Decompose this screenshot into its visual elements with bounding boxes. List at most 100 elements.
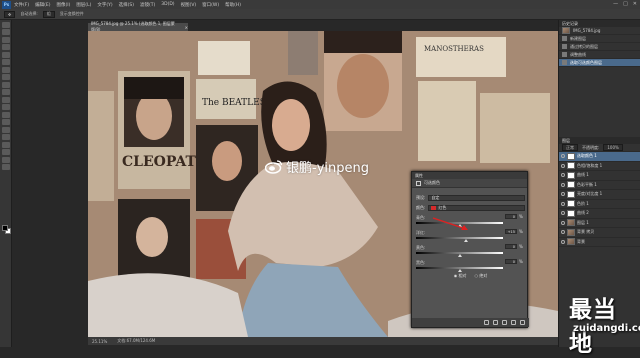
layer-row[interactable]: 曲线 2 bbox=[559, 209, 640, 219]
show-transform-checkbox[interactable]: 显示变换控件 bbox=[60, 11, 84, 17]
menu-type[interactable]: 文字(Y) bbox=[97, 2, 112, 8]
layer-row[interactable]: 亮度/对比度 1 bbox=[559, 190, 640, 200]
zoom-level[interactable]: 25.11% bbox=[92, 339, 107, 344]
history-item[interactable]: 调整曲线 bbox=[559, 51, 640, 59]
visibility-eye-icon[interactable] bbox=[561, 192, 565, 197]
maximize-button[interactable]: □ bbox=[623, 1, 628, 7]
preset-select[interactable]: 自定 bbox=[428, 194, 525, 201]
layer-row[interactable]: 曲线 1 bbox=[559, 171, 640, 181]
black-slider[interactable] bbox=[416, 267, 503, 269]
lasso-tool[interactable] bbox=[2, 36, 10, 43]
visibility-eye-icon[interactable] bbox=[561, 154, 565, 159]
menu-filter[interactable]: 滤镜(T) bbox=[140, 2, 155, 8]
trash-icon[interactable] bbox=[520, 320, 525, 325]
black-value[interactable]: 0 bbox=[505, 259, 517, 264]
yellow-slider[interactable] bbox=[416, 252, 503, 254]
layer-row[interactable]: 色阶 1 bbox=[559, 200, 640, 209]
visibility-eye-icon[interactable] bbox=[561, 211, 565, 216]
menu-view[interactable]: 视图(V) bbox=[181, 2, 197, 8]
cyan-value[interactable]: 0 bbox=[505, 214, 517, 219]
colors-select[interactable]: 红色 bbox=[428, 204, 525, 211]
layer-row[interactable]: 选取颜色 1 bbox=[559, 152, 640, 162]
visibility-eye-icon[interactable] bbox=[561, 239, 565, 244]
move-tool-icon[interactable]: ✥ bbox=[4, 10, 16, 18]
magenta-slider-handle[interactable] bbox=[464, 239, 468, 242]
move-tool[interactable] bbox=[2, 21, 10, 28]
blur-tool[interactable] bbox=[2, 111, 10, 118]
type-tool[interactable] bbox=[2, 134, 10, 140]
menu-window[interactable]: 窗口(W) bbox=[202, 2, 219, 8]
history-item[interactable]: 通过拷贝的图层 bbox=[559, 43, 640, 51]
layer-row[interactable]: 色彩平衡 1 bbox=[559, 181, 640, 190]
minimize-button[interactable]: — bbox=[613, 1, 618, 7]
history-item-label: 通过拷贝的图层 bbox=[570, 43, 598, 49]
quick-select-tool[interactable] bbox=[2, 44, 10, 50]
pen-tool[interactable] bbox=[2, 126, 10, 133]
blend-mode-select[interactable]: 正常 bbox=[562, 144, 578, 151]
visibility-eye-icon[interactable] bbox=[561, 163, 565, 168]
layer-row[interactable]: 色相/饱和度 1 bbox=[559, 162, 640, 171]
foreground-color-swatch[interactable] bbox=[2, 225, 8, 231]
visibility-eye-icon[interactable] bbox=[561, 201, 565, 206]
dodge-tool[interactable] bbox=[2, 119, 10, 125]
menu-layer[interactable]: 图层(L) bbox=[76, 2, 91, 8]
shape-tool[interactable] bbox=[2, 149, 10, 155]
eraser-tool[interactable] bbox=[2, 96, 10, 103]
brush-tool[interactable] bbox=[2, 74, 10, 80]
properties-subtitle: 可选颜色 bbox=[424, 180, 440, 185]
selective-color-icon bbox=[416, 180, 421, 186]
close-tab-icon[interactable]: × bbox=[185, 25, 188, 30]
path-select-tool[interactable] bbox=[2, 141, 10, 148]
history-brush-tool[interactable] bbox=[2, 89, 10, 95]
visibility-eye-icon[interactable] bbox=[561, 230, 565, 235]
weibo-watermark: 银鹏-yinpeng bbox=[265, 157, 369, 176]
crop-tool[interactable] bbox=[2, 51, 10, 58]
hand-tool[interactable] bbox=[2, 156, 10, 163]
history-item[interactable]: 新建图层 bbox=[559, 35, 640, 43]
properties-title-bar[interactable]: 属性 bbox=[412, 172, 527, 179]
magenta-slider[interactable] bbox=[416, 237, 503, 239]
menu-edit[interactable]: 编辑(E) bbox=[35, 2, 50, 8]
gradient-tool[interactable] bbox=[2, 104, 10, 110]
menu-select[interactable]: 选择(S) bbox=[119, 2, 134, 8]
menu-3d[interactable]: 3D(D) bbox=[161, 2, 174, 7]
yellow-value[interactable]: 0 bbox=[505, 244, 517, 249]
zoom-tool[interactable] bbox=[2, 164, 10, 170]
menu-help[interactable]: 帮助(H) bbox=[225, 2, 241, 8]
reset-icon[interactable] bbox=[502, 320, 507, 325]
magenta-label: 洋红: bbox=[416, 230, 426, 235]
menu-file[interactable]: 文件(F) bbox=[14, 2, 29, 8]
preset-row: 预设: 自定 bbox=[416, 194, 525, 201]
visibility-icon[interactable] bbox=[511, 320, 516, 325]
visibility-eye-icon[interactable] bbox=[561, 173, 565, 178]
yellow-slider-handle[interactable] bbox=[458, 254, 462, 257]
history-panel-header[interactable]: 历史记录 bbox=[559, 20, 640, 27]
magenta-value[interactable]: +15 bbox=[505, 229, 517, 234]
menu-image[interactable]: 图像(I) bbox=[56, 2, 70, 8]
clone-stamp-tool[interactable] bbox=[2, 81, 10, 88]
auto-select-label[interactable]: 自动选择: bbox=[20, 11, 37, 17]
absolute-radio[interactable]: ○ 绝对 bbox=[475, 273, 488, 279]
marquee-tool[interactable] bbox=[2, 29, 10, 35]
relative-radio[interactable]: ◉ 相对 bbox=[454, 273, 467, 279]
poster-manhattan-text: MANOSTHERAS bbox=[424, 45, 484, 53]
close-button[interactable]: ✕ bbox=[633, 1, 637, 7]
layer-row[interactable]: 背景 拷贝 bbox=[559, 228, 640, 238]
layer-row[interactable]: 背景 bbox=[559, 238, 640, 247]
visibility-eye-icon[interactable] bbox=[561, 220, 565, 225]
document-tab[interactable]: IMG_5784.jpg @ 25.1% (选取颜色 1, 图层蒙版/8) × bbox=[88, 21, 188, 32]
healing-tool[interactable] bbox=[2, 66, 10, 73]
history-snapshot[interactable]: IMG_5784.jpg bbox=[559, 27, 640, 35]
auto-select-target[interactable]: 组 bbox=[42, 10, 55, 18]
visibility-eye-icon[interactable] bbox=[561, 182, 565, 187]
layers-panel-header[interactable]: 图层 bbox=[559, 137, 640, 144]
history-item-selected[interactable]: 选取可选颜色图层 bbox=[559, 59, 640, 67]
view-previous-icon[interactable] bbox=[493, 320, 498, 325]
eyedropper-tool[interactable] bbox=[2, 59, 10, 65]
site-watermark-logo: 最当地 zuidangdi.com bbox=[563, 290, 640, 357]
layer-row[interactable]: 图层 1 bbox=[559, 219, 640, 228]
colors-label: 颜色: bbox=[416, 204, 426, 210]
opacity-input[interactable]: 100% bbox=[603, 144, 623, 151]
magenta-percent: % bbox=[519, 229, 523, 234]
clip-to-layer-icon[interactable] bbox=[484, 320, 489, 325]
